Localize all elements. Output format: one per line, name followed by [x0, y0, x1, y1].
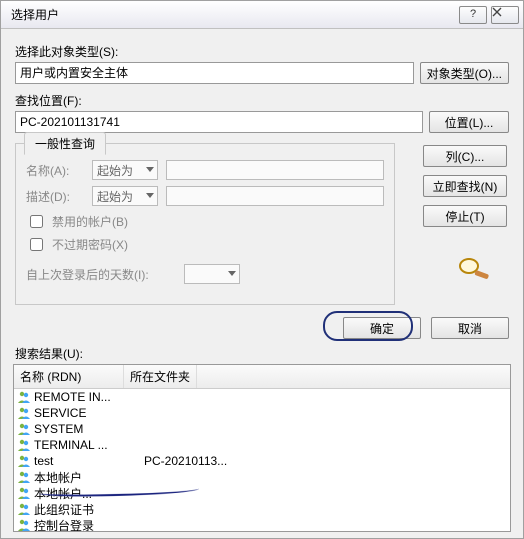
- dialog-buttons: 确定 取消: [1, 311, 523, 343]
- location-field: PC-202101131741: [15, 111, 423, 133]
- list-item[interactable]: SERVICE: [14, 405, 510, 421]
- list-item[interactable]: 本地帐户: [14, 469, 510, 485]
- item-name: TERMINAL ...: [34, 438, 144, 452]
- locations-button[interactable]: 位置(L)...: [429, 111, 509, 133]
- col-folder[interactable]: 所在文件夹: [124, 365, 197, 388]
- name-match-combo[interactable]: 起始为: [92, 160, 158, 180]
- titlebar: 选择用户 ?: [1, 1, 523, 29]
- col-name[interactable]: 名称 (RDN): [14, 365, 124, 388]
- columns-button[interactable]: 列(C)...: [423, 145, 507, 167]
- disabled-accounts-input[interactable]: [30, 215, 43, 228]
- desc-label: 描述(D):: [26, 188, 84, 205]
- item-name: 控制台登录: [34, 517, 144, 532]
- content-area: 选择此对象类型(S): 用户或内置安全主体 对象类型(O)... 查找位置(F)…: [1, 29, 523, 311]
- days-since-label: 自上次登录后的天数(I):: [26, 266, 176, 283]
- days-since-combo[interactable]: [184, 264, 240, 284]
- list-item[interactable]: 此组织证书: [14, 501, 510, 517]
- object-type-label: 选择此对象类型(S):: [15, 43, 509, 60]
- side-buttons: 列(C)... 立即查找(N) 停止(T): [423, 145, 507, 227]
- nonexpiring-password-checkbox[interactable]: 不过期密码(X): [26, 235, 384, 254]
- ok-button[interactable]: 确定: [343, 317, 421, 339]
- select-users-dialog: 选择用户 ? 选择此对象类型(S): 用户或内置安全主体 对象类型(O)... …: [0, 0, 524, 539]
- results-header: 名称 (RDN) 所在文件夹: [14, 365, 510, 389]
- user-group-icon: [16, 454, 32, 468]
- object-types-button[interactable]: 对象类型(O)...: [420, 62, 509, 84]
- results-rows[interactable]: REMOTE IN...SERVICESYSTEMTERMINAL ...tes…: [14, 389, 510, 531]
- list-item[interactable]: testPC-20210113...: [14, 453, 510, 469]
- search-icon: [455, 255, 495, 281]
- close-button[interactable]: [491, 6, 519, 24]
- item-name: SYSTEM: [34, 422, 144, 436]
- name-label: 名称(A):: [26, 162, 84, 179]
- nonexpiring-password-label: 不过期密码(X): [52, 236, 128, 253]
- item-name: 本地帐户: [34, 469, 144, 486]
- help-button[interactable]: ?: [459, 6, 487, 24]
- location-label: 查找位置(F):: [15, 92, 509, 109]
- dialog-title: 选择用户: [11, 6, 455, 23]
- user-group-icon: [16, 470, 32, 484]
- desc-input[interactable]: [166, 186, 384, 206]
- item-name: 本地帐户...: [34, 485, 144, 502]
- find-now-button[interactable]: 立即查找(N): [423, 175, 507, 197]
- name-input[interactable]: [166, 160, 384, 180]
- list-item[interactable]: TERMINAL ...: [14, 437, 510, 453]
- user-group-icon: [16, 502, 32, 516]
- results-list[interactable]: 名称 (RDN) 所在文件夹 REMOTE IN... SERVICE SYSTEM…: [13, 364, 511, 532]
- user-group-icon: [16, 390, 32, 404]
- list-item[interactable]: REMOTE IN...: [14, 389, 510, 405]
- item-name: test: [34, 454, 144, 468]
- user-group-icon: [16, 486, 32, 500]
- user-group-icon: [16, 438, 32, 452]
- item-name: REMOTE IN...: [34, 390, 144, 404]
- disabled-accounts-checkbox[interactable]: 禁用的帐户(B): [26, 212, 384, 231]
- desc-match-combo[interactable]: 起始为: [92, 186, 158, 206]
- user-group-icon: [16, 406, 32, 420]
- user-group-icon: [16, 422, 32, 436]
- item-name: SERVICE: [34, 406, 144, 420]
- common-queries-group: 一般性查询 名称(A): 起始为 描述(D): 起始为 禁用的帐户(B) 不过期…: [15, 143, 395, 305]
- item-folder: PC-20210113...: [144, 454, 508, 468]
- object-type-field: 用户或内置安全主体: [15, 62, 414, 84]
- common-queries-tab[interactable]: 一般性查询: [24, 132, 106, 155]
- list-item[interactable]: 本地帐户...: [14, 485, 510, 501]
- list-item[interactable]: 控制台登录: [14, 517, 510, 531]
- stop-button[interactable]: 停止(T): [423, 205, 507, 227]
- results-label: 搜索结果(U):: [1, 345, 523, 362]
- user-group-icon: [16, 518, 32, 531]
- nonexpiring-password-input[interactable]: [30, 238, 43, 251]
- list-item[interactable]: SYSTEM: [14, 421, 510, 437]
- item-name: 此组织证书: [34, 501, 144, 518]
- disabled-accounts-label: 禁用的帐户(B): [52, 213, 128, 230]
- cancel-button[interactable]: 取消: [431, 317, 509, 339]
